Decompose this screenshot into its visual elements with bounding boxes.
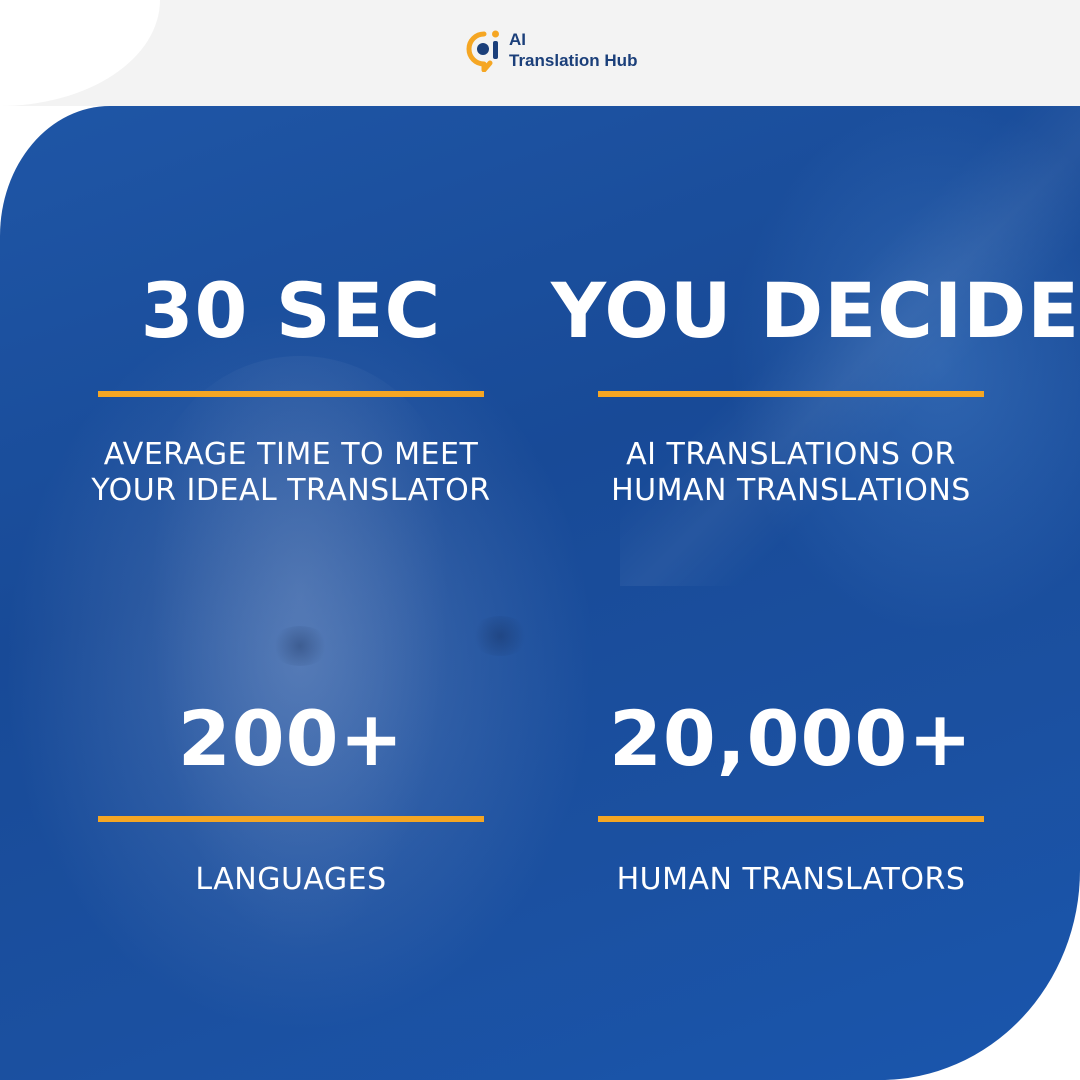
stat-value: 30 SEC	[140, 266, 442, 355]
stat-choice: YOU DECIDE AI TRANSLATIONS OR HUMAN TRAN…	[551, 266, 1080, 509]
stat-caption-line: YOUR IDEAL TRANSLATOR	[91, 473, 491, 508]
stat-value: YOU DECIDE	[551, 266, 1080, 355]
stat-response-time: 30 SEC AVERAGE TIME TO MEET YOUR IDEAL T…	[51, 266, 531, 509]
stat-caption-line: AI TRANSLATIONS OR	[626, 437, 956, 472]
brand-line-name: Translation Hub	[509, 51, 638, 70]
stat-translators: 20,000+ HUMAN TRANSLATORS	[551, 694, 1031, 898]
ai-chat-bubble-logo-icon	[466, 30, 499, 72]
stat-caption-line: LANGUAGES	[195, 862, 387, 897]
brand-line-ai: AI	[509, 30, 526, 49]
brand-logo: AI Translation Hub	[463, 28, 637, 72]
stat-caption-line: HUMAN TRANSLATORS	[616, 862, 966, 897]
infographic-page: AI Translation Hub 30 SEC AVERAGE TIME T…	[0, 0, 1080, 1080]
stat-divider	[98, 391, 484, 397]
stat-caption: AI TRANSLATIONS OR HUMAN TRANSLATIONS	[551, 437, 1031, 509]
stat-divider	[598, 391, 984, 397]
stat-caption: LANGUAGES	[51, 862, 531, 898]
stat-caption: HUMAN TRANSLATORS	[551, 862, 1031, 898]
stats-panel	[0, 106, 1080, 1080]
stat-divider	[98, 816, 484, 822]
brand-text: AI Translation Hub	[509, 31, 637, 69]
stat-value: 200+	[177, 694, 405, 783]
stat-languages: 200+ LANGUAGES	[51, 694, 531, 898]
stat-divider	[598, 816, 984, 822]
background-eye-right	[470, 616, 530, 656]
stat-caption-line: HUMAN TRANSLATIONS	[611, 473, 971, 508]
stat-caption: AVERAGE TIME TO MEET YOUR IDEAL TRANSLAT…	[51, 437, 531, 509]
stat-value: 20,000+	[609, 694, 973, 783]
background-eye-left	[270, 626, 330, 666]
stat-caption-line: AVERAGE TIME TO MEET	[103, 437, 479, 472]
